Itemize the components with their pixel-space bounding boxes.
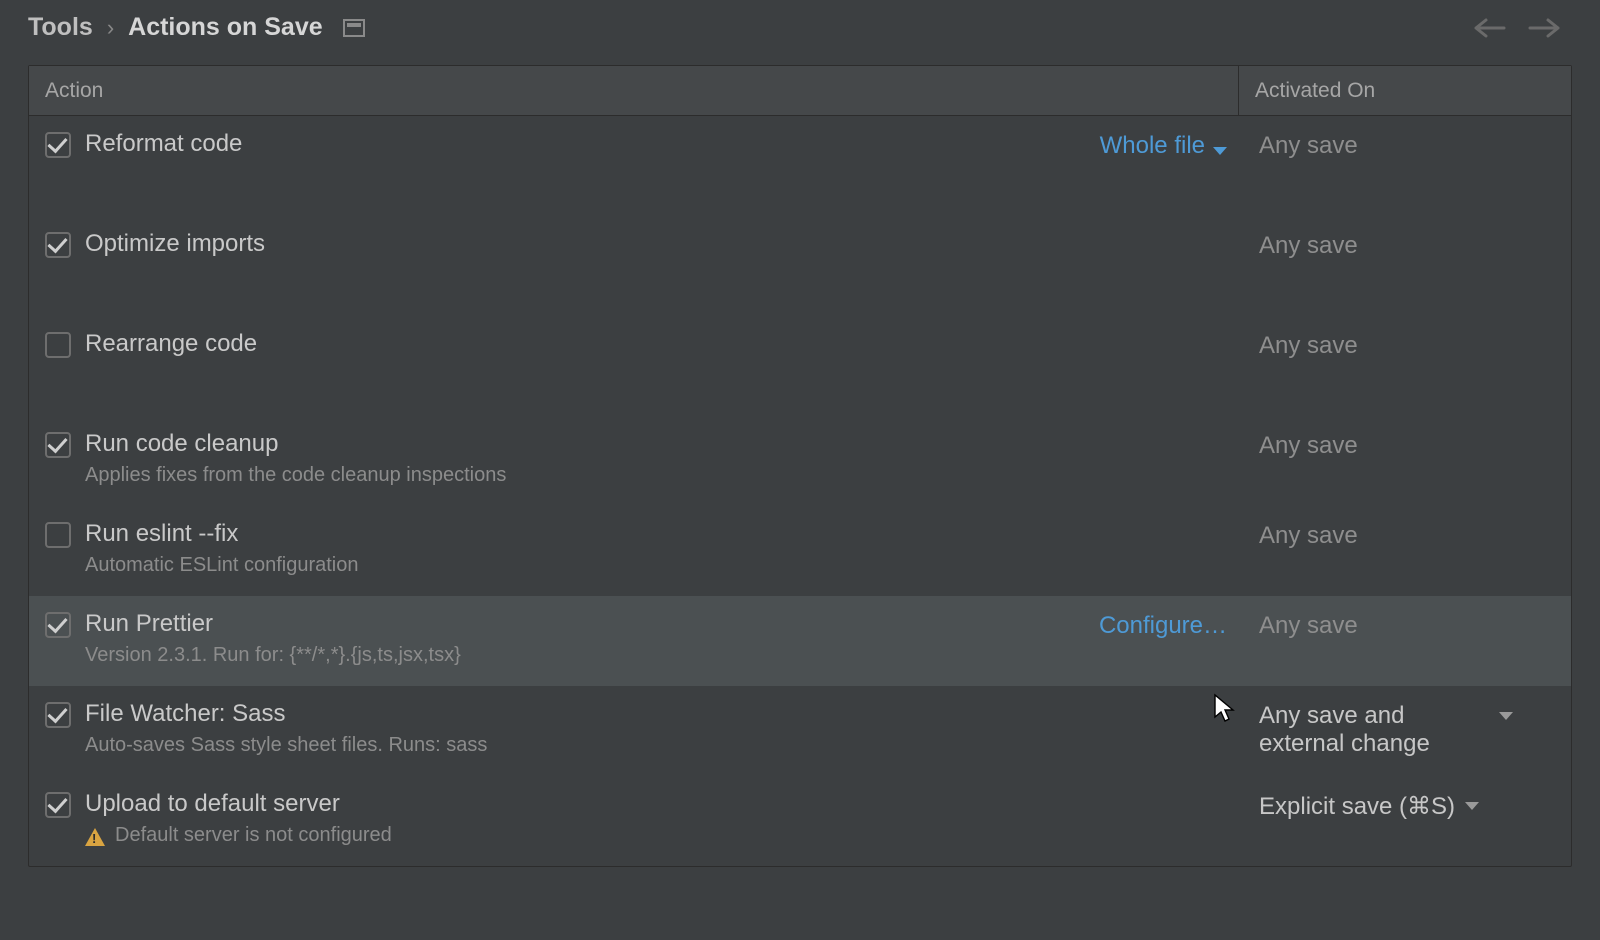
breadcrumb: Tools › Actions on Save	[28, 0, 1572, 55]
table-row[interactable]: File Watcher: Sass Auto-saves Sass style …	[29, 686, 1571, 776]
column-header-activated[interactable]: Activated On	[1239, 66, 1571, 115]
table-row[interactable]: Upload to default server Default server i…	[29, 776, 1571, 866]
warning-icon	[85, 828, 105, 846]
row-activated: Any save	[1245, 132, 1555, 160]
row-activated[interactable]: Any save and external change	[1245, 702, 1555, 758]
column-header-action[interactable]: Action	[29, 66, 1239, 115]
row-checkbox[interactable]	[45, 432, 71, 458]
row-title: Run eslint --fix	[85, 520, 1227, 548]
row-title: Run Prettier	[85, 610, 1099, 638]
table-row[interactable]: Optimize imports Any save	[29, 216, 1571, 316]
row-activated: Any save	[1245, 522, 1555, 550]
chevron-down-icon[interactable]	[1499, 712, 1513, 720]
actions-table: Action Activated On Reformat codeWhole f…	[28, 65, 1572, 867]
row-body: Run eslint --fix Automatic ESLint configu…	[85, 520, 1227, 577]
row-body: Reformat code	[85, 130, 1100, 158]
row-title: Reformat code	[85, 130, 1100, 158]
row-body: Run code cleanup Applies fixes from the c…	[85, 430, 1227, 487]
row-title: Rearrange code	[85, 330, 1227, 358]
nav-arrows	[1472, 16, 1572, 40]
row-checkbox[interactable]	[45, 792, 71, 818]
chevron-down-icon[interactable]	[1213, 147, 1227, 155]
table-row[interactable]: Run eslint --fix Automatic ESLint configu…	[29, 506, 1571, 596]
row-checkbox[interactable]	[45, 232, 71, 258]
table-row[interactable]: Run code cleanup Applies fixes from the c…	[29, 416, 1571, 506]
row-inline-action[interactable]: Whole file	[1100, 132, 1227, 160]
row-subtitle: Default server is not configured	[85, 824, 1227, 847]
row-activated: Any save	[1245, 232, 1555, 260]
chevron-down-icon[interactable]	[1465, 802, 1479, 810]
row-inline-link[interactable]: Configure…	[1099, 612, 1227, 640]
breadcrumb-parent[interactable]: Tools	[28, 13, 93, 42]
row-subtitle: Automatic ESLint configuration	[85, 554, 1227, 577]
window-icon[interactable]	[343, 19, 365, 37]
row-checkbox[interactable]	[45, 612, 71, 638]
row-activated[interactable]: Explicit save (⌘S)	[1245, 792, 1555, 821]
table-body: Reformat codeWhole fileAny saveOptimize …	[29, 116, 1571, 866]
table-row[interactable]: Reformat codeWhole file Any save	[29, 116, 1571, 216]
nav-forward-icon[interactable]	[1528, 16, 1562, 40]
row-inline-link[interactable]: Whole file	[1100, 132, 1205, 160]
row-body: Run Prettier Version 2.3.1. Run for: {**/…	[85, 610, 1099, 667]
breadcrumb-current: Actions on Save	[128, 13, 323, 42]
row-body: Upload to default server Default server i…	[85, 790, 1227, 847]
row-subtitle: Applies fixes from the code cleanup insp…	[85, 464, 1227, 487]
row-body: File Watcher: Sass Auto-saves Sass style …	[85, 700, 1227, 757]
table-row[interactable]: Rearrange code Any save	[29, 316, 1571, 416]
row-body: Rearrange code	[85, 330, 1227, 358]
row-body: Optimize imports	[85, 230, 1227, 258]
breadcrumb-separator: ›	[107, 15, 114, 41]
row-title: File Watcher: Sass	[85, 700, 1227, 728]
table-row[interactable]: Run Prettier Version 2.3.1. Run for: {**/…	[29, 596, 1571, 686]
row-activated: Any save	[1245, 332, 1555, 360]
row-subtitle: Version 2.3.1. Run for: {**/*,*}.{js,ts,…	[85, 644, 1099, 667]
row-title: Optimize imports	[85, 230, 1227, 258]
table-header: Action Activated On	[29, 66, 1571, 116]
row-activated: Any save	[1245, 612, 1555, 640]
row-inline-action[interactable]: Configure…	[1099, 612, 1227, 640]
row-title: Run code cleanup	[85, 430, 1227, 458]
row-title: Upload to default server	[85, 790, 1227, 818]
row-activated: Any save	[1245, 432, 1555, 460]
row-checkbox[interactable]	[45, 332, 71, 358]
nav-back-icon[interactable]	[1472, 16, 1506, 40]
row-subtitle: Auto-saves Sass style sheet files. Runs:…	[85, 734, 1227, 757]
row-checkbox[interactable]	[45, 132, 71, 158]
row-checkbox[interactable]	[45, 702, 71, 728]
row-checkbox[interactable]	[45, 522, 71, 548]
